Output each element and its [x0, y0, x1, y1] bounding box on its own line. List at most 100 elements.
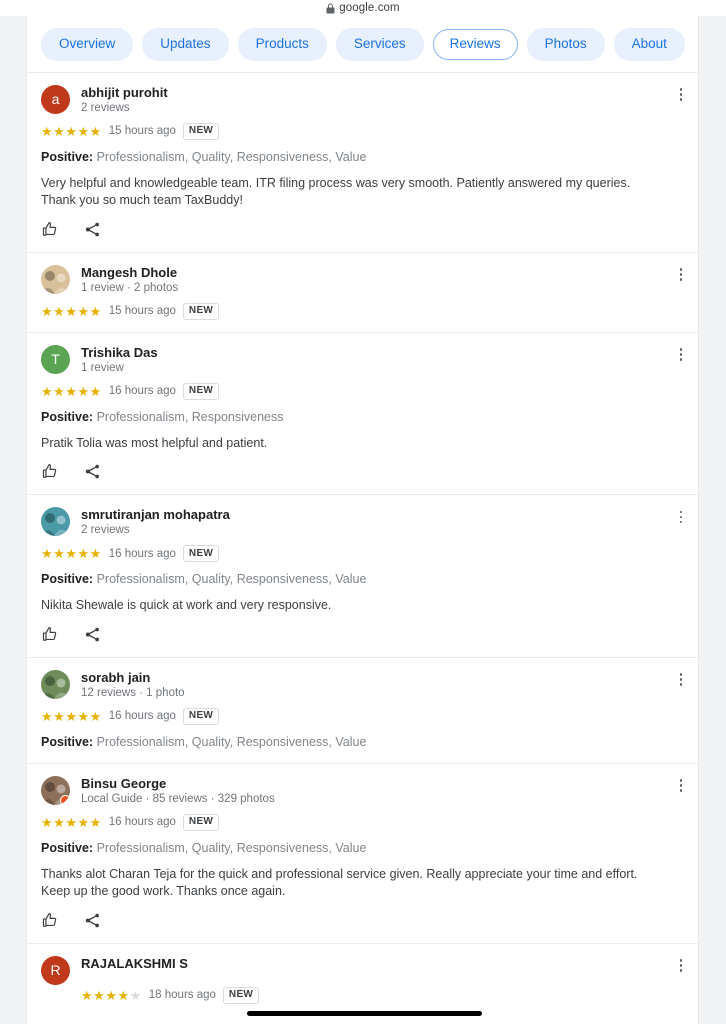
avatar-photo: [41, 507, 70, 536]
star-filled-icon: ★: [77, 383, 90, 399]
url-display[interactable]: google.com: [326, 2, 400, 14]
more-vertical-icon[interactable]: [673, 508, 689, 526]
reviewer-info: Mangesh Dhole 1 review · 2 photos: [81, 265, 178, 296]
review-timestamp: 18 hours ago: [148, 989, 216, 1001]
thumbs-up-icon[interactable]: [41, 221, 58, 238]
review-item: smrutiranjan mohapatra 2 reviews ★ ★ ★ ★ ★ 16 h…: [27, 494, 698, 657]
tab-updates[interactable]: Updates: [142, 28, 229, 61]
more-vertical-icon[interactable]: [673, 671, 689, 689]
more-vertical-icon[interactable]: [673, 86, 689, 104]
new-badge: NEW: [182, 707, 220, 725]
star-filled-icon: ★: [53, 814, 66, 830]
avatar: [41, 507, 70, 536]
attribute-values: Professionalism, Quality, Responsiveness…: [96, 734, 367, 749]
review-item: a abhijit purohit 2 reviews ★ ★ ★ ★ ★ 15 hours a…: [27, 73, 698, 252]
reviewer-name[interactable]: smrutiranjan mohapatra: [81, 507, 230, 522]
thumbs-up-icon[interactable]: [41, 463, 58, 480]
local-guide-badge-icon: [60, 794, 70, 805]
tab-overview[interactable]: Overview: [41, 28, 134, 61]
review-text: Thanks alot Charan Teja for the quick an…: [41, 866, 638, 899]
share-icon[interactable]: [84, 912, 101, 929]
review-header: Binsu George Local Guide · 85 reviews · 3…: [41, 775, 668, 807]
star-rating: ★ ★ ★ ★ ★: [41, 305, 102, 318]
avatar: [41, 669, 70, 699]
star-filled-icon: ★: [53, 708, 66, 724]
review-timestamp: 16 hours ago: [108, 816, 176, 828]
reviewer-name[interactable]: Binsu George: [81, 776, 275, 791]
thumbs-up-icon[interactable]: [41, 912, 58, 929]
star-rating: ★ ★ ★ ★ ★: [41, 816, 102, 829]
star-filled-icon: ★: [89, 123, 102, 139]
reviewer-name[interactable]: sorabh jain: [81, 670, 185, 685]
review-text: Pratik Tolia was most helpful and patien…: [41, 435, 268, 450]
review-rating-row: ★ ★ ★ ★ ★ 15 hours ago NEW: [41, 302, 668, 320]
review-rating-row: ★ ★ ★ ★ ★ 16 hours ago NEW: [41, 382, 668, 400]
home-indicator: [247, 1011, 482, 1016]
review-actions: [41, 221, 668, 240]
new-badge: NEW: [182, 382, 220, 400]
page-background: Overview Updates Products Services Reviews Ph…: [0, 16, 726, 1024]
thumbs-up-icon[interactable]: [41, 626, 58, 643]
review-actions: [41, 463, 668, 482]
review-header: Mangesh Dhole 1 review · 2 photos: [41, 264, 668, 296]
tab-reviews[interactable]: Reviews: [432, 29, 518, 60]
star-empty-icon: ★: [129, 987, 142, 1003]
reviewer-name[interactable]: abhijit purohit: [81, 85, 168, 100]
star-filled-icon: ★: [65, 546, 78, 561]
star-rating: ★ ★ ★ ★ ★: [41, 710, 102, 723]
review-timestamp: 15 hours ago: [108, 305, 176, 317]
review-attributes: Positive: Professionalism, Quality, Resp…: [41, 571, 668, 588]
review-rating-row: ★ ★ ★ ★ ★ 16 hours ago NEW: [41, 707, 668, 725]
more-vertical-icon[interactable]: [673, 957, 689, 975]
star-filled-icon: ★: [41, 814, 54, 830]
review-rating-row: ★ ★ ★ ★ ★ 16 hours ago NEW: [41, 545, 668, 562]
reviewer-name[interactable]: Mangesh Dhole: [81, 265, 178, 280]
reviewer-meta: 12 reviews · 1 photo: [81, 686, 185, 699]
more-vertical-icon[interactable]: [673, 777, 689, 795]
avatar: R: [41, 955, 70, 985]
star-filled-icon: ★: [77, 814, 90, 830]
share-icon[interactable]: [84, 626, 101, 643]
reviewer-meta: 2 reviews: [81, 524, 130, 536]
avatar: [41, 264, 70, 294]
tab-products[interactable]: Products: [237, 28, 327, 61]
review-item: Mangesh Dhole 1 review · 2 photos ★ ★ ★ ★ ★ 15 …: [27, 251, 698, 332]
review-text: Nikita Shewale is quick at work and very…: [41, 598, 332, 612]
reviewer-info: sorabh jain 12 reviews · 1 photo: [81, 670, 185, 701]
star-filled-icon: ★: [41, 546, 54, 561]
tab-photos[interactable]: Photos: [526, 28, 605, 61]
review-header: sorabh jain 12 reviews · 1 photo: [41, 669, 668, 701]
new-badge: NEW: [222, 986, 260, 1004]
review-timestamp: 15 hours ago: [108, 125, 176, 137]
reviewer-name[interactable]: Trishika Das: [81, 345, 158, 360]
lock-icon: [326, 3, 335, 14]
star-filled-icon: ★: [65, 303, 78, 319]
review-rating-row: ★ ★ ★ ★ ★ 18 hours ago NEW: [81, 986, 668, 1004]
reviewer-meta: 2 reviews: [81, 101, 130, 114]
reviewer-meta: 1 review: [81, 361, 124, 374]
star-filled-icon: ★: [77, 303, 90, 319]
star-rating: ★ ★ ★ ★ ★: [81, 989, 142, 1002]
star-filled-icon: ★: [65, 708, 78, 724]
tab-services[interactable]: Services: [335, 28, 424, 61]
reviewer-name[interactable]: RAJALAKSHMI S: [81, 956, 188, 971]
business-profile-card: Overview Updates Products Services Reviews Ph…: [27, 16, 698, 1024]
attribute-values: Professionalism, Quality, Responsiveness…: [96, 840, 367, 855]
star-rating: ★ ★ ★ ★ ★: [41, 547, 102, 560]
positive-label: Positive:: [41, 572, 94, 586]
more-vertical-icon[interactable]: [673, 346, 689, 364]
more-vertical-icon[interactable]: [673, 266, 689, 284]
review-attributes: Positive: Professionalism, Responsivenes…: [41, 409, 668, 426]
browser-address-bar[interactable]: google.com: [0, 0, 726, 16]
review-item: sorabh jain 12 reviews · 1 photo ★ ★ ★ ★ ★ 16 h…: [27, 656, 698, 763]
star-filled-icon: ★: [53, 303, 66, 319]
share-icon[interactable]: [84, 463, 101, 480]
star-filled-icon: ★: [89, 383, 102, 399]
share-icon[interactable]: [84, 221, 101, 238]
tab-about[interactable]: About: [613, 28, 685, 61]
review-timestamp: 16 hours ago: [108, 385, 176, 397]
review-item: R RAJALAKSHMI S ★ ★ ★ ★ ★ 18 hours ago NEW: [27, 942, 698, 1016]
attribute-values: Professionalism, Quality, Responsiveness…: [96, 572, 367, 586]
star-rating: ★ ★ ★ ★ ★: [41, 385, 102, 398]
avatar: a: [41, 84, 70, 114]
